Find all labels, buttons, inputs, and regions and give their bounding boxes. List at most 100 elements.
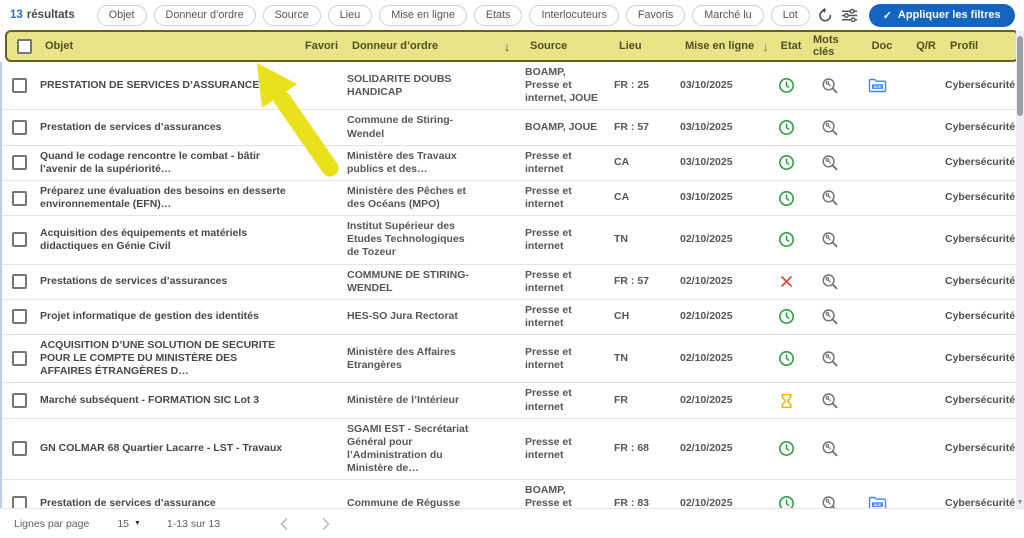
table-row[interactable]: Prestation de services d’assurances Comm… xyxy=(2,110,1024,145)
keyword-search-icon[interactable] xyxy=(821,440,839,458)
column-header-donneur[interactable]: Donneur d’ordre xyxy=(347,40,491,52)
cell-mots-cles[interactable] xyxy=(808,231,852,249)
table-row[interactable]: Acquisition des équipements et matériels… xyxy=(2,216,1024,264)
keyword-search-icon[interactable] xyxy=(821,392,839,410)
cell-donneur-ordre: SOLIDARITE DOUBS HANDICAP xyxy=(342,73,486,99)
dce-document-icon[interactable]: DCE xyxy=(868,78,887,93)
column-header-lieu[interactable]: Lieu xyxy=(613,40,679,52)
column-header-mise-en-ligne[interactable]: Mise en ligne ↓ xyxy=(679,39,769,54)
cell-mots-cles[interactable] xyxy=(808,273,852,291)
cell-profil: Cybersécurité xyxy=(940,191,1024,204)
etat-pending-clock-icon xyxy=(778,77,795,94)
row-checkbox[interactable] xyxy=(12,393,27,408)
dce-document-icon[interactable]: DCE xyxy=(868,496,887,508)
filter-chip[interactable]: Source xyxy=(263,5,321,26)
table-row[interactable]: Préparez une évaluation des besoins en d… xyxy=(2,181,1024,216)
apply-filters-button[interactable]: ✓ Appliquer les filtres xyxy=(869,4,1015,27)
column-header-source[interactable]: Source xyxy=(523,40,613,52)
keyword-search-icon[interactable] xyxy=(821,308,839,326)
cell-mise-en-ligne: 02/10/2025 xyxy=(674,310,764,323)
filter-settings-icon[interactable] xyxy=(841,4,858,26)
reset-filters-icon[interactable] xyxy=(817,4,834,26)
cell-etat xyxy=(764,154,808,171)
filter-chip[interactable]: Objet xyxy=(97,5,147,26)
row-checkbox[interactable] xyxy=(12,496,27,508)
cell-mots-cles[interactable] xyxy=(808,440,852,458)
keyword-search-icon[interactable] xyxy=(821,154,839,172)
next-page-button[interactable] xyxy=(312,514,340,534)
cell-doc[interactable]: DCE xyxy=(852,78,902,93)
select-all-checkbox[interactable] xyxy=(17,39,32,54)
sort-descending-active-icon[interactable]: ↓ xyxy=(762,39,769,54)
column-header-doc[interactable]: Doc xyxy=(857,40,907,52)
keyword-search-icon[interactable] xyxy=(821,231,839,249)
row-checkbox[interactable] xyxy=(12,155,27,170)
filter-chip[interactable]: Interlocuteurs xyxy=(529,5,618,26)
filter-chip[interactable]: Favoris xyxy=(626,5,685,26)
sort-descending-icon[interactable]: ↓ xyxy=(504,39,511,54)
cell-source: BOAMP, Presse et internet, JOUE xyxy=(518,484,608,508)
cell-objet: Prestation de services d’assurance xyxy=(38,497,300,508)
filter-chip[interactable]: Donneur d’ordre xyxy=(154,5,256,26)
keyword-search-icon[interactable] xyxy=(821,189,839,207)
table-row[interactable]: PRESTATION DE SERVICES D’ASSURANCE SOLID… xyxy=(2,62,1024,110)
scrollbar-thumb[interactable] xyxy=(1017,36,1023,116)
row-checkbox[interactable] xyxy=(12,120,27,135)
table-row[interactable]: Prestations de services d’assurances COM… xyxy=(2,265,1024,300)
keyword-search-icon[interactable] xyxy=(821,273,839,291)
cell-lieu: CA xyxy=(608,191,674,204)
cell-source: Presse et internet xyxy=(518,269,608,295)
cell-mots-cles[interactable] xyxy=(808,495,852,508)
table-row[interactable]: GN COLMAR 68 Quartier Lacarre - LST - Tr… xyxy=(2,419,1024,481)
scrollbar-down-arrow[interactable]: ▼ xyxy=(1016,499,1024,506)
row-checkbox[interactable] xyxy=(12,309,27,324)
cell-profil: Cybersécurité xyxy=(940,79,1024,92)
tender-results-page: 13 résultats Objet Donneur d’ordre Sourc… xyxy=(0,0,1024,538)
column-header-qr[interactable]: Q/R xyxy=(907,40,945,52)
filter-chip[interactable]: Etats xyxy=(474,5,523,26)
cell-mots-cles[interactable] xyxy=(808,154,852,172)
keyword-search-icon[interactable] xyxy=(821,350,839,368)
filter-chip[interactable]: Lot xyxy=(771,5,810,26)
cell-etat xyxy=(764,350,808,367)
table-row[interactable]: Marché subséquent - FORMATION SIC Lot 3 … xyxy=(2,383,1024,418)
cell-source: Presse et internet xyxy=(518,304,608,330)
row-checkbox[interactable] xyxy=(12,78,27,93)
cell-mots-cles[interactable] xyxy=(808,392,852,410)
keyword-search-icon[interactable] xyxy=(821,119,839,137)
cell-doc[interactable]: DCE xyxy=(852,496,902,508)
filter-chip[interactable]: Marché lu xyxy=(692,5,763,26)
row-checkbox[interactable] xyxy=(12,441,27,456)
etat-pending-clock-icon xyxy=(778,495,795,508)
keyword-search-icon[interactable] xyxy=(821,495,839,508)
column-header-etat[interactable]: Etat xyxy=(769,40,813,52)
row-checkbox[interactable] xyxy=(12,351,27,366)
cell-mots-cles[interactable] xyxy=(808,119,852,137)
row-checkbox[interactable] xyxy=(12,274,27,289)
etat-hourglass-icon xyxy=(779,393,794,409)
cell-mots-cles[interactable] xyxy=(808,77,852,95)
row-checkbox[interactable] xyxy=(12,232,27,247)
column-header-objet[interactable]: Objet xyxy=(43,40,305,52)
cell-mots-cles[interactable] xyxy=(808,308,852,326)
column-header-mots-cles[interactable]: Mots clés xyxy=(813,34,857,58)
cell-profil: Cybersécurité xyxy=(940,442,1024,455)
cell-etat xyxy=(764,495,808,508)
column-header-favori[interactable]: Favori xyxy=(305,40,347,52)
cell-mots-cles[interactable] xyxy=(808,350,852,368)
keyword-search-icon[interactable] xyxy=(821,77,839,95)
cell-lieu: FR : 68 xyxy=(608,442,674,455)
cell-source: BOAMP, Presse et internet, JOUE xyxy=(518,66,608,105)
rows-per-page-select[interactable]: 15 ▼ xyxy=(117,518,141,530)
table-row[interactable]: Quand le codage rencontre le combat - bâ… xyxy=(2,146,1024,181)
column-header-profil[interactable]: Profil xyxy=(945,40,1017,52)
filter-chip[interactable]: Lieu xyxy=(328,5,372,26)
table-row[interactable]: Prestation de services d’assurance Commu… xyxy=(2,480,1024,508)
table-row[interactable]: Projet informatique de gestion des ident… xyxy=(2,300,1024,335)
filter-chip[interactable]: Mise en ligne xyxy=(379,5,467,26)
cell-mots-cles[interactable] xyxy=(808,189,852,207)
table-row[interactable]: ACQUISITION D’UNE SOLUTION DE SECURITE P… xyxy=(2,335,1024,383)
previous-page-button[interactable] xyxy=(270,514,298,534)
vertical-scrollbar[interactable]: ▼ xyxy=(1016,31,1024,508)
row-checkbox[interactable] xyxy=(12,191,27,206)
